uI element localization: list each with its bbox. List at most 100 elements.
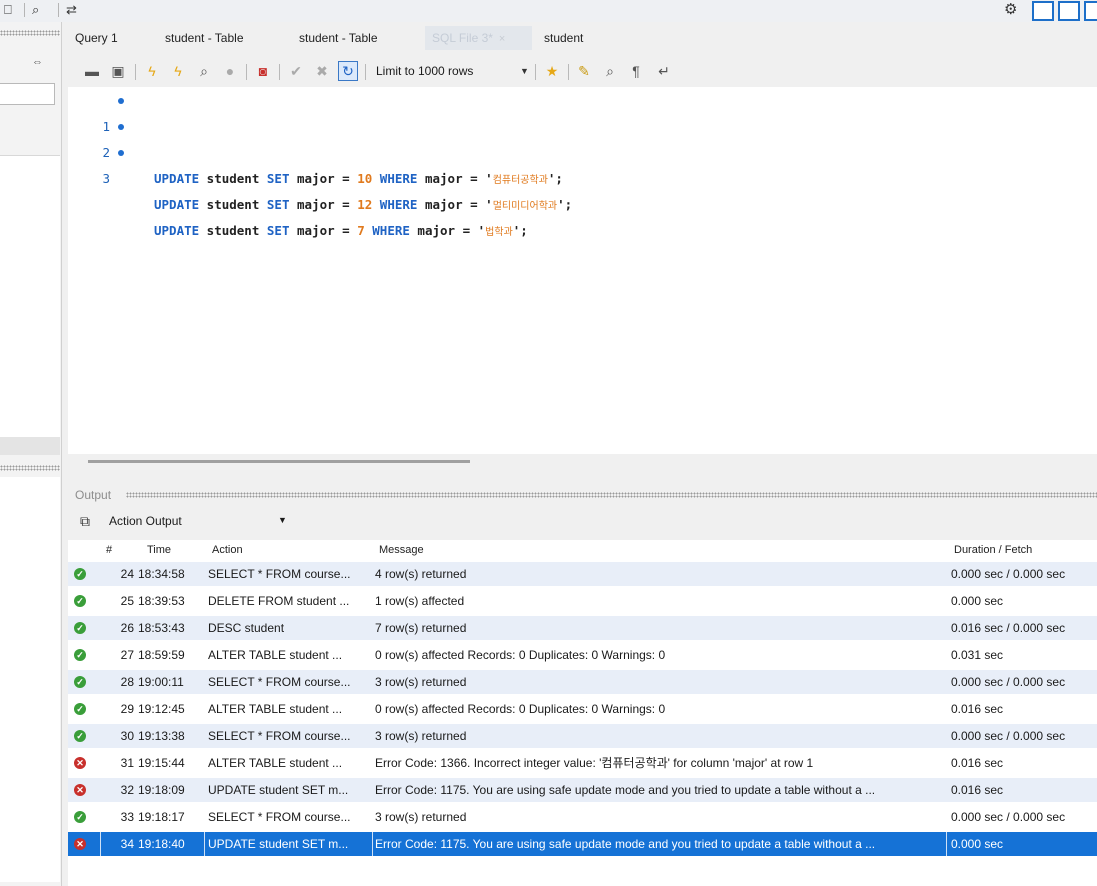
copy-icon[interactable]: ⧉ (80, 513, 90, 530)
cell-message: 7 row(s) returned (375, 621, 467, 635)
tab-label: student - Table (165, 31, 244, 45)
cell-action: SELECT * FROM course... (208, 567, 351, 581)
table-row[interactable]: ✓ 24 18:34:58 SELECT * FROM course... 4 row(… (68, 562, 1097, 586)
table-row[interactable]: ✓ 33 19:18:17 SELECT * FROM course... 3 row(… (68, 805, 1097, 829)
statement-marker (118, 150, 124, 156)
cell-action: DESC student (208, 621, 285, 635)
bookmark-icon[interactable]: ★ (542, 61, 562, 81)
execute-icon[interactable]: ϟ (142, 61, 162, 81)
horizontal-scrollbar[interactable] (88, 460, 470, 463)
invisible-chars-icon[interactable]: ¶ (626, 61, 646, 81)
navigator-toggle-icon[interactable]: ⇔ (32, 56, 43, 68)
table-row[interactable]: ✓ 27 18:59:59 ALTER TABLE student ... 0 row(… (68, 643, 1097, 667)
stop-icon[interactable]: ● (220, 61, 240, 81)
autocommit-icon[interactable]: ↻ (338, 61, 358, 81)
cell-action: ALTER TABLE student ... (208, 648, 343, 662)
success-icon: ✓ (74, 703, 86, 715)
execute-current-icon[interactable]: ϟ (168, 61, 188, 81)
settings-gear-icon[interactable]: ⚙ (1004, 1, 1017, 19)
save-icon[interactable]: ▣ (108, 61, 128, 81)
table-row[interactable]: ✕ 34 19:18:40 UPDATE student SET m... Error … (68, 832, 1097, 856)
column-header-num[interactable]: # (106, 544, 112, 556)
tab-sql-file-3[interactable]: SQL File 3* × (425, 26, 532, 50)
cell-duration: 0.016 sec (951, 702, 1004, 716)
panel-grip[interactable] (0, 465, 60, 471)
cell-action: UPDATE student SET m... (208, 837, 349, 851)
toggle-sidebar-icon[interactable] (1032, 1, 1054, 21)
panel-grip[interactable] (126, 492, 1097, 498)
cell-num: 30 (120, 729, 134, 743)
table-row[interactable]: ✓ 28 19:00:11 SELECT * FROM course... 3 row(… (68, 670, 1097, 694)
code-line[interactable]: 1 UPDATE student SET major = 10 WHERE ma… (68, 88, 563, 186)
column-header-time[interactable]: Time (147, 544, 171, 556)
table-row[interactable]: ✕ 32 19:18:09 UPDATE student SET m... Error … (68, 778, 1097, 802)
statement-marker (118, 98, 124, 104)
find-icon[interactable]: ⌕ (600, 61, 620, 81)
cell-action: SELECT * FROM course... (208, 729, 351, 743)
cell-duration: 0.000 sec / 0.000 sec (951, 567, 1066, 581)
schema-tree[interactable] (0, 155, 60, 437)
output-panel-header: Output (68, 484, 1097, 504)
toolbar-separator (24, 3, 25, 17)
toolbar-separator (58, 3, 59, 17)
tab-student-table-1[interactable]: student - Table (158, 26, 251, 50)
cell-message: 1 row(s) affected (375, 594, 465, 608)
sql-script-icon[interactable]: ⎕ (4, 1, 12, 19)
error-icon: ✕ (74, 757, 86, 769)
code-text: UPDATE student SET major = 7 WHERE major… (154, 223, 528, 238)
output-type-select[interactable]: Action Output (109, 514, 182, 528)
tab-student[interactable]: student (537, 26, 590, 50)
cell-message: 0 row(s) affected Records: 0 Duplicates:… (375, 702, 666, 716)
toggle-output-icon[interactable] (1058, 1, 1080, 21)
folder-open-icon[interactable]: ▬ (82, 61, 102, 81)
chevron-down-icon[interactable]: ▼ (520, 61, 529, 81)
toggle-secondary-sidebar-icon[interactable] (1084, 1, 1097, 21)
table-row[interactable]: ✕ 31 19:15:44 ALTER TABLE student ... Error … (68, 751, 1097, 775)
panel-grip[interactable] (0, 30, 60, 36)
schema-filter-input[interactable] (0, 83, 55, 105)
cell-duration: 0.016 sec / 0.000 sec (951, 621, 1066, 635)
table-row[interactable]: ✓ 25 18:39:53 DELETE FROM student ... 1 row(… (68, 589, 1097, 613)
code-text: UPDATE student SET major = 12 WHERE majo… (154, 197, 573, 212)
limit-rows-select[interactable]: Limit to 1000 rows (376, 61, 473, 81)
grid-header: # Time Action Message Duration / Fetch (68, 540, 1097, 562)
table-row[interactable]: ✓ 29 19:12:45 ALTER TABLE student ... 0 row(… (68, 697, 1097, 721)
tab-query-1[interactable]: Query 1 (68, 26, 125, 50)
code-line[interactable]: 3 UPDATE student SET major = 7 WHERE maj… (68, 140, 528, 238)
sql-editor[interactable]: 1 UPDATE student SET major = 10 WHERE ma… (68, 87, 1097, 463)
success-icon: ✓ (74, 568, 86, 580)
rollback-icon[interactable]: ✖ (312, 61, 332, 81)
success-icon: ✓ (74, 649, 86, 661)
line-number: 3 (102, 171, 110, 186)
migration-icon[interactable]: ⇄ (66, 1, 77, 19)
cell-time: 19:13:38 (138, 729, 185, 743)
table-row[interactable]: ✓ 26 18:53:43 DESC student 7 row(s) returned… (68, 616, 1097, 640)
table-row[interactable]: ✓ 30 19:13:38 SELECT * FROM course... 3 row(… (68, 724, 1097, 748)
cell-time: 19:18:09 (138, 783, 185, 797)
statement-marker (118, 124, 124, 130)
inspector-icon[interactable]: ⌕ (32, 1, 39, 19)
cell-duration: 0.031 sec (951, 648, 1004, 662)
wrap-icon[interactable]: ↵ (654, 61, 674, 81)
chevron-down-icon[interactable]: ▼ (278, 515, 287, 525)
toolbar-separator (568, 64, 569, 80)
code-line[interactable]: 2 UPDATE student SET major = 12 WHERE ma… (68, 114, 572, 212)
tab-student-table-2[interactable]: student - Table (292, 26, 385, 50)
close-tab-icon[interactable]: × (499, 33, 505, 45)
beautify-icon[interactable]: ✎ (574, 61, 594, 81)
cell-duration: 0.000 sec (951, 594, 1004, 608)
column-header-duration[interactable]: Duration / Fetch (954, 544, 1032, 556)
commit-icon[interactable]: ✔ (286, 61, 306, 81)
explain-icon[interactable]: ⌕ (194, 61, 214, 81)
column-header-message[interactable]: Message (379, 544, 424, 556)
column-header-action[interactable]: Action (212, 544, 243, 556)
cell-num: 24 (120, 567, 134, 581)
cell-duration: 0.000 sec / 0.000 sec (951, 675, 1066, 689)
cell-num: 34 (120, 837, 134, 851)
error-icon: ✕ (74, 784, 86, 796)
navigator-tabs[interactable] (0, 437, 60, 455)
cell-num: 27 (120, 648, 134, 662)
cell-divider (204, 832, 205, 856)
toggle-error-icon[interactable]: ◙ (253, 61, 273, 81)
action-output-grid[interactable]: # Time Action Message Duration / Fetch ✓… (68, 540, 1097, 886)
